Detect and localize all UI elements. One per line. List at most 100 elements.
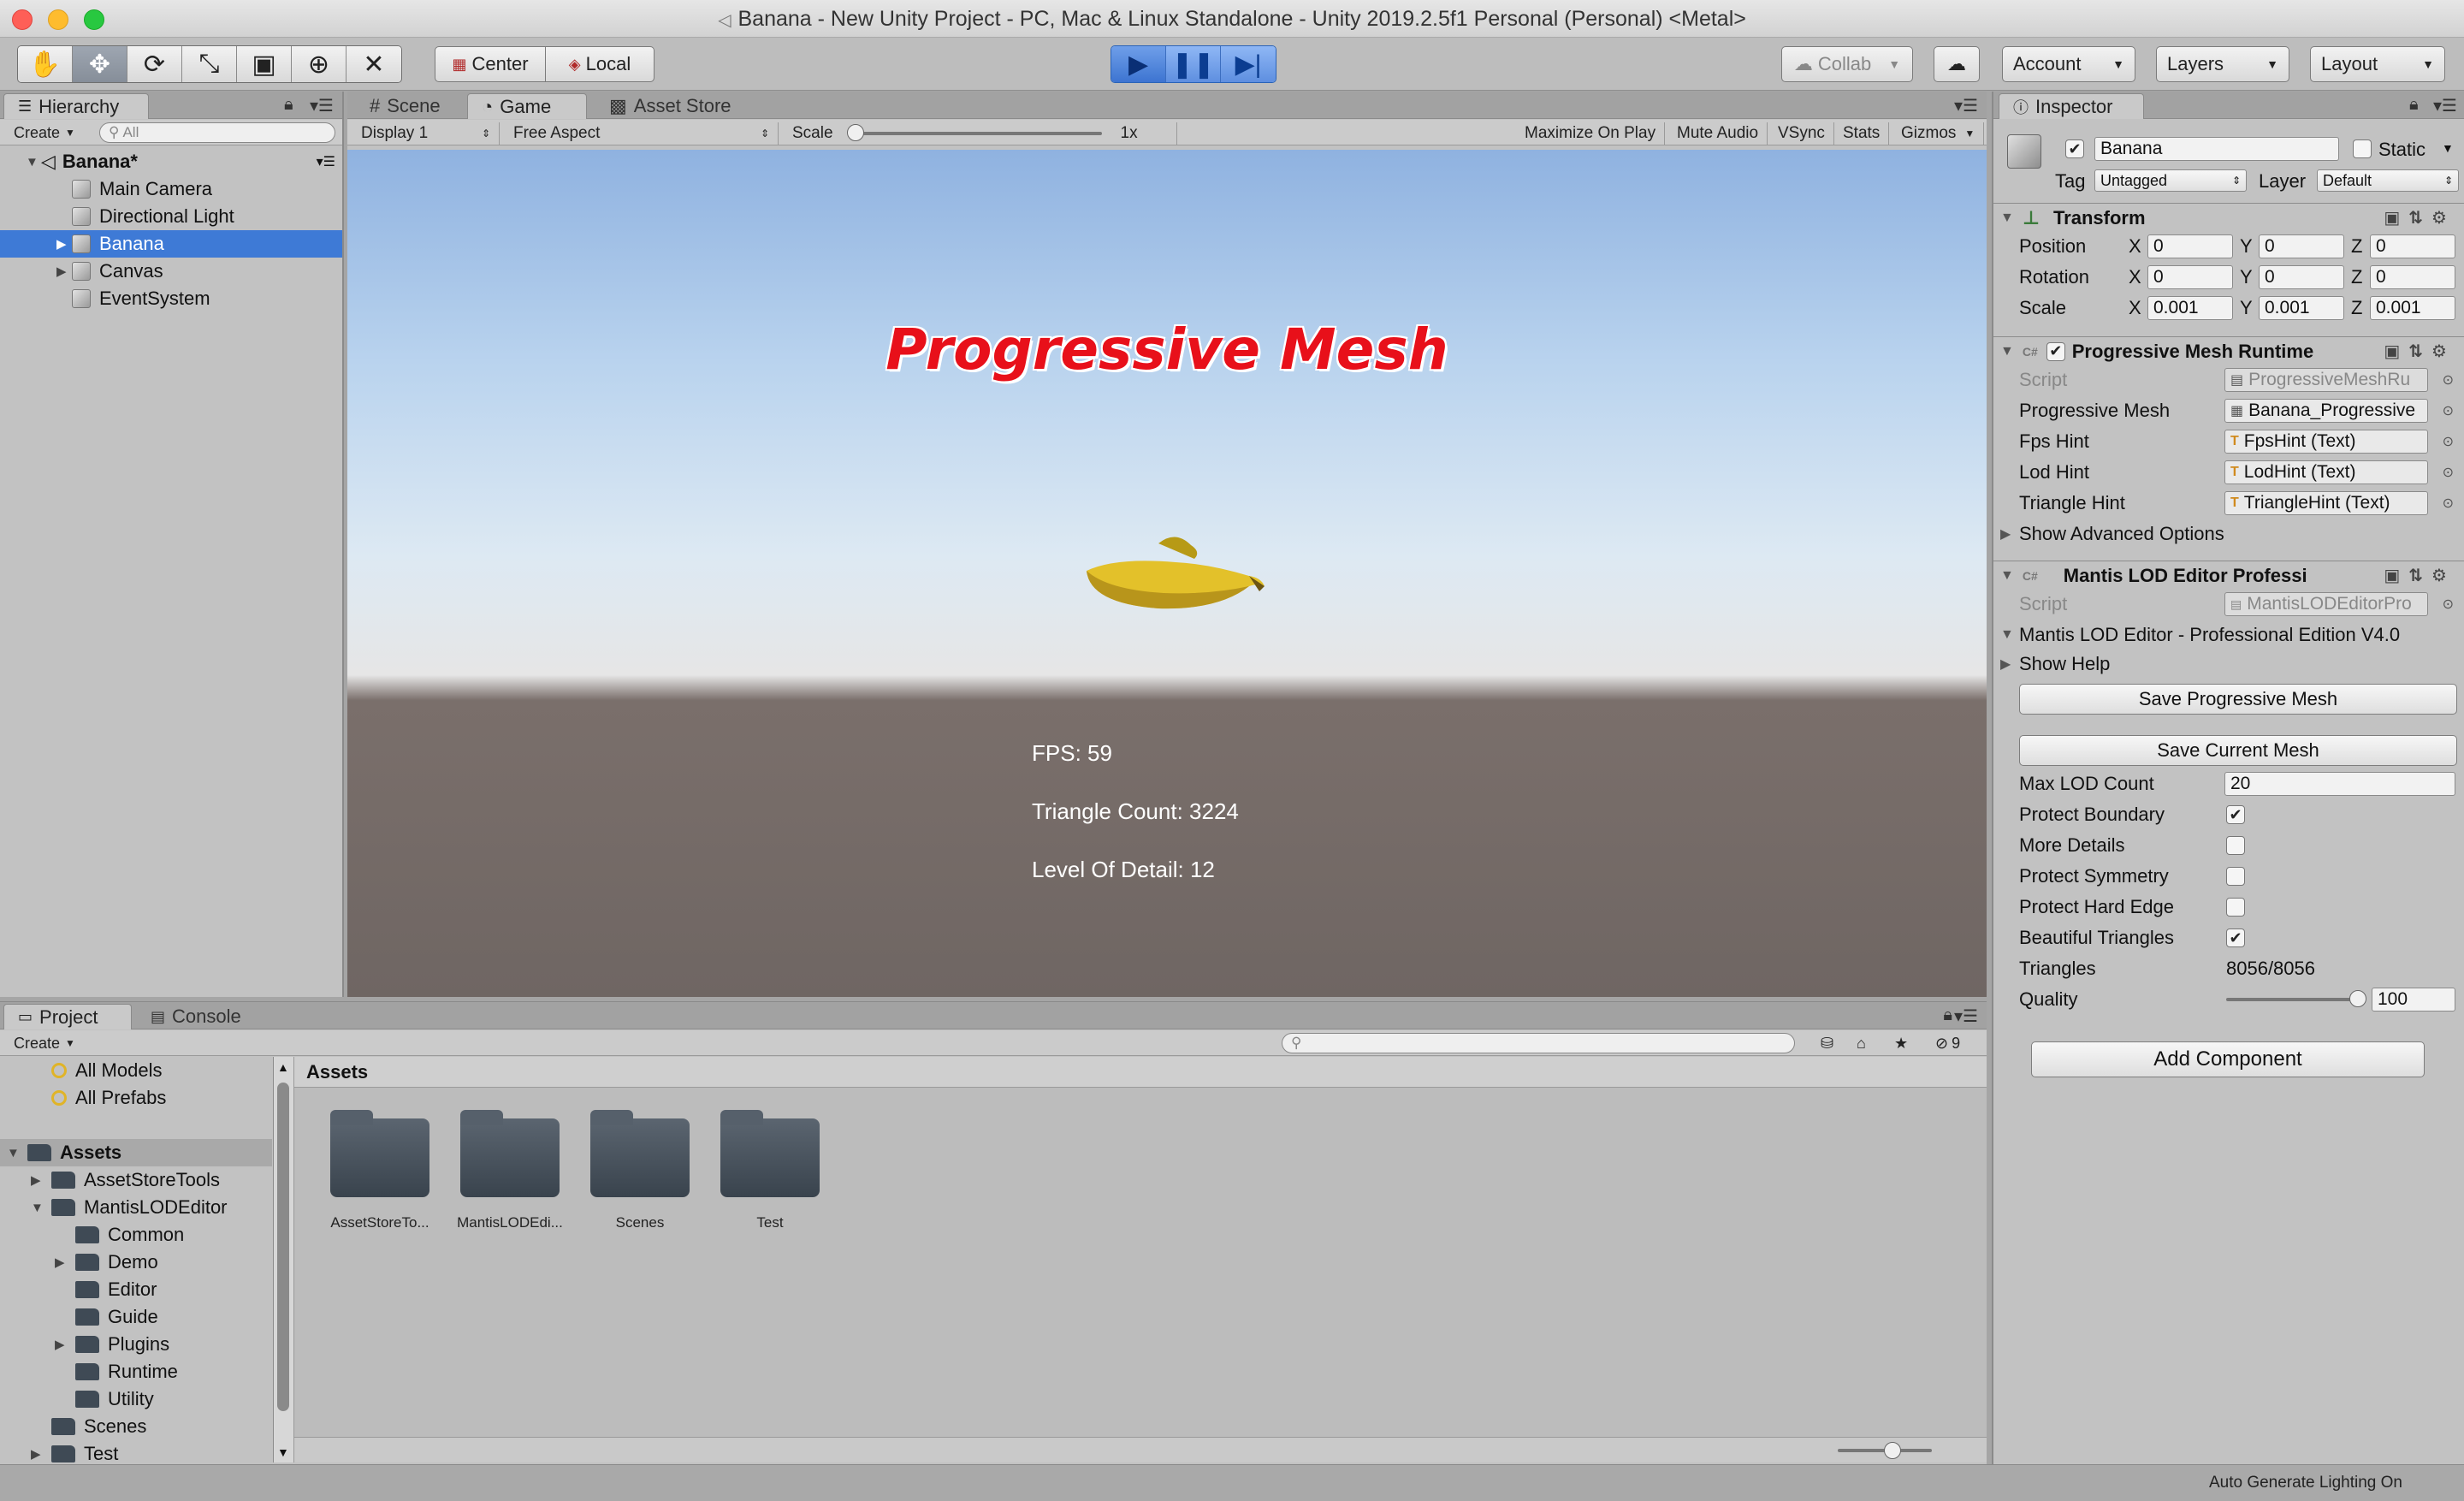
project-tree-scrollbar[interactable]: ▲ ▼ (274, 1057, 294, 1462)
project-folder-item[interactable]: ▶ AssetStoreTools (0, 1166, 272, 1194)
project-folder-item[interactable]: ▼ MantisLODEditor (0, 1194, 272, 1221)
beautiful-triangles-checkbox[interactable]: ✔ (2226, 928, 2245, 947)
lock-icon[interactable]: 🔒︎ (284, 95, 293, 115)
mantis-header[interactable]: ▼ C# Mantis LOD Editor Professi ▣⇅⚙ (1993, 561, 2464, 590)
project-folder-item[interactable]: ▶ Plugins (0, 1331, 272, 1358)
asset-folder-tile[interactable]: Scenes (572, 1110, 708, 1231)
breadcrumb-label[interactable]: Assets (306, 1061, 368, 1083)
pause-button[interactable]: ❚❚ (1166, 46, 1221, 82)
hierarchy-item[interactable]: ▶ Banana (0, 230, 342, 258)
scale-slider[interactable] (846, 124, 1102, 141)
asset-folder-tile[interactable]: MantisLODEdi... (441, 1110, 578, 1231)
expand-arrow-icon[interactable]: ▶ (56, 236, 72, 252)
project-folder-item[interactable]: ▶ Demo (0, 1249, 272, 1276)
mute-audio-toggle[interactable]: Mute Audio (1668, 122, 1768, 145)
tab-scene[interactable]: # Scene (356, 93, 454, 119)
quality-slider-thumb[interactable] (2349, 990, 2366, 1007)
transform-scale-y-field[interactable]: 0.001 (2259, 296, 2344, 320)
expand-arrow-icon[interactable]: ▶ (56, 264, 72, 279)
scroll-down-arrow-icon[interactable]: ▼ (277, 1445, 289, 1459)
search-by-type-icon[interactable]: ⛁ (1812, 1033, 1842, 1053)
transform-tool-button[interactable]: ⊕ (292, 46, 346, 82)
pm-fps-field[interactable]: T FpsHint (Text) (2224, 430, 2428, 454)
lock-icon[interactable]: 🔒︎ (1943, 1006, 1952, 1025)
hierarchy-item[interactable]: ▶ Canvas (0, 258, 342, 285)
object-picker-icon[interactable]: ⊙ (2443, 433, 2454, 450)
protect-boundary-checkbox[interactable]: ✔ (2226, 805, 2245, 824)
pivot-center-button[interactable]: ▦ Center (435, 46, 546, 82)
game-viewport[interactable]: Progressive Mesh FPS: 59 Triangle Count:… (347, 150, 1987, 997)
hierarchy-item[interactable]: EventSystem (0, 285, 342, 312)
quality-slider[interactable] (2226, 990, 2366, 1007)
rect-tool-button[interactable]: ▣ (237, 46, 292, 82)
tab-asset-store[interactable]: ▩ Asset Store (595, 93, 745, 119)
save-current-mesh-button[interactable]: Save Current Mesh (2019, 735, 2457, 766)
asset-folder-tile[interactable]: AssetStoreTo... (311, 1110, 448, 1231)
project-folder-item[interactable]: ▼ Assets (0, 1139, 272, 1166)
transform-rotation-x-field[interactable]: 0 (2147, 265, 2233, 289)
scrollbar-thumb[interactable] (277, 1083, 289, 1411)
expand-arrow-icon[interactable]: ▼ (26, 155, 41, 169)
transform-scale-z-field[interactable]: 0.001 (2370, 296, 2455, 320)
stats-toggle[interactable]: Stats (1834, 122, 1890, 145)
tab-hierarchy[interactable]: ☰ Hierarchy (3, 93, 149, 119)
pm-runtime-header[interactable]: ▼ C# ✔ Progressive Mesh Runtime ▣⇅⚙ (1993, 336, 2464, 365)
pivot-local-button[interactable]: ◈ Local (545, 46, 654, 82)
quality-field[interactable]: 100 (2372, 988, 2455, 1012)
hierarchy-item[interactable]: Main Camera (0, 175, 342, 203)
hierarchy-search-input[interactable]: ⚲ All (99, 122, 335, 143)
component-icons[interactable]: ▣⇅⚙ (2384, 207, 2455, 228)
move-tool-button[interactable]: ✥ (73, 46, 127, 82)
expand-arrow-icon[interactable]: ▼ (2000, 568, 2014, 584)
layer-dropdown[interactable]: Default ⇕ (2317, 169, 2459, 192)
panel-menu-icon[interactable]: ▾☰ (1954, 95, 1978, 116)
object-picker-icon[interactable]: ⊙ (2443, 495, 2454, 512)
maximize-on-play-toggle[interactable]: Maximize On Play (1516, 122, 1666, 145)
project-create-dropdown[interactable]: Create ▼ (5, 1033, 84, 1053)
account-dropdown[interactable]: Account ▼ (2002, 46, 2135, 82)
protect-symmetry-checkbox[interactable] (2226, 867, 2245, 886)
expand-arrow-icon[interactable]: ▼ (2000, 211, 2014, 226)
scene-row[interactable]: ▼ ◁ Banana* ▾☰ (0, 148, 342, 175)
hierarchy-item[interactable]: Directional Light (0, 203, 342, 230)
project-folder-item[interactable]: Editor (0, 1276, 272, 1303)
expand-arrow-icon[interactable]: ▼ (31, 1201, 46, 1215)
tab-project[interactable]: ▭ Project (3, 1004, 132, 1029)
more-details-checkbox[interactable] (2226, 836, 2245, 855)
chevron-down-icon[interactable]: ▼ (2442, 141, 2454, 155)
component-icons[interactable]: ▣⇅⚙ (2384, 341, 2455, 362)
layers-dropdown[interactable]: Layers ▼ (2156, 46, 2289, 82)
pm-tri-field[interactable]: T TriangleHint (Text) (2224, 491, 2428, 515)
project-folder-item[interactable]: Utility (0, 1385, 272, 1413)
pm-mesh-field[interactable]: ▦ Banana_Progressive (2224, 399, 2428, 423)
favorite-star-icon[interactable]: ★ (1886, 1033, 1916, 1053)
scene-menu-icon[interactable]: ▾☰ (317, 153, 335, 170)
favorite-all-prefabs[interactable]: All Prefabs (0, 1084, 272, 1112)
object-picker-icon[interactable]: ⊙ (2443, 464, 2454, 481)
expand-arrow-icon[interactable]: ▶ (55, 1255, 70, 1270)
tag-dropdown[interactable]: Untagged ⇕ (2094, 169, 2247, 192)
tab-inspector[interactable]: ⓘ Inspector (1999, 93, 2144, 119)
hierarchy-create-dropdown[interactable]: Create ▼ (5, 122, 84, 143)
expand-arrow-icon[interactable]: ▶ (31, 1172, 46, 1188)
play-button[interactable]: ▶ (1111, 46, 1166, 82)
component-icons[interactable]: ▣⇅⚙ (2384, 565, 2455, 586)
panel-menu-icon[interactable]: ▾☰ (2433, 95, 2457, 116)
project-folder-item[interactable]: ▶ Test (0, 1440, 272, 1464)
object-picker-icon[interactable]: ⊙ (2443, 402, 2454, 419)
show-advanced-foldout[interactable]: ▶ Show Advanced Options (1993, 519, 2464, 549)
custom-tool-button[interactable]: ✕ (346, 46, 401, 82)
project-folder-item[interactable]: Common (0, 1221, 272, 1249)
panel-menu-icon[interactable]: ▾☰ (1954, 1006, 1978, 1027)
asset-folder-tile[interactable]: Test (702, 1110, 838, 1231)
expand-arrow-icon[interactable]: ▼ (7, 1146, 22, 1160)
panel-menu-icon[interactable]: ▾☰ (310, 95, 334, 116)
transform-position-y-field[interactable]: 0 (2259, 234, 2344, 258)
rotate-tool-button[interactable]: ⟳ (127, 46, 182, 82)
scale-tool-button[interactable]: ⤡ (182, 46, 237, 82)
gizmos-dropdown[interactable]: Gizmos ▼ (1892, 122, 1985, 145)
expand-arrow-icon[interactable]: ▼ (2000, 344, 2014, 359)
max-lod-field[interactable]: 20 (2224, 772, 2455, 796)
tab-console[interactable]: ▤ Console (137, 1004, 255, 1029)
show-help-foldout[interactable]: ▶ Show Help (1993, 650, 2464, 679)
